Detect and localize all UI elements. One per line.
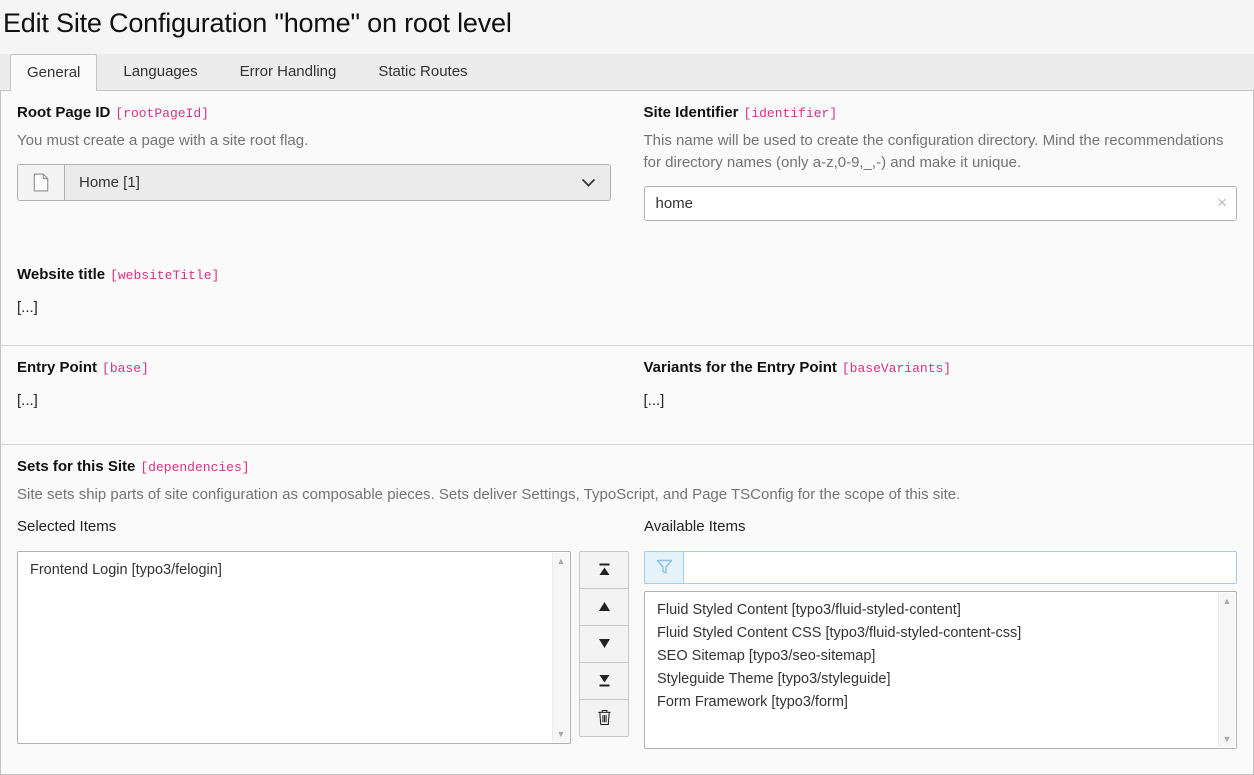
sets-label-text: Sets for this Site — [17, 458, 135, 475]
selected-items-header: Selected Items — [17, 518, 571, 542]
selected-items-listbox[interactable]: Frontend Login [typo3/felogin] ▲ ▼ — [17, 551, 571, 744]
scroll-up-icon[interactable]: ▲ — [1223, 596, 1232, 606]
selected-item[interactable]: Frontend Login [typo3/felogin] — [18, 552, 570, 582]
section-entry-point: Entry Point [base] [...] Variants for the… — [1, 346, 1253, 444]
field-entry-point: Entry Point [base] [...] — [17, 359, 611, 431]
section-basic: Root Page ID [rootPageId] You must create… — [1, 91, 1253, 345]
base-variants-label: Variants for the Entry Point [baseVariant… — [644, 359, 1238, 376]
available-item[interactable]: SEO Sitemap [typo3/seo-sitemap] — [645, 645, 1236, 668]
field-website-title: Website title [websiteTitle] [...] — [17, 266, 611, 332]
list-control-buttons — [579, 551, 629, 737]
page-title: Edit Site Configuration "home" on root l… — [0, 0, 1254, 54]
move-up-button[interactable] — [579, 588, 629, 626]
chevron-down-icon — [581, 174, 596, 191]
available-items-filter-group — [644, 551, 1237, 584]
delete-button[interactable] — [579, 699, 629, 737]
trash-icon — [597, 709, 612, 726]
sets-code: [dependencies] — [140, 460, 249, 475]
available-list-scrollbar[interactable]: ▲ ▼ — [1218, 593, 1235, 747]
root-page-id-label: Root Page ID [rootPageId] — [17, 104, 611, 121]
root-page-id-description: You must create a page with a site root … — [17, 130, 611, 152]
move-down-icon — [598, 638, 611, 649]
site-identifier-label-text: Site Identifier — [644, 104, 739, 121]
tab-general[interactable]: General — [10, 54, 97, 91]
available-item[interactable]: Fluid Styled Content [typo3/fluid-styled… — [645, 599, 1236, 622]
selected-list-scrollbar[interactable]: ▲ ▼ — [552, 553, 569, 742]
root-page-select-value: Home [1] — [79, 174, 140, 191]
tab-error-handling[interactable]: Error Handling — [224, 54, 353, 90]
website-title-label-text: Website title — [17, 266, 105, 283]
list-controls-column — [579, 518, 629, 737]
available-items-filter-input[interactable] — [684, 552, 1236, 583]
move-down-button[interactable] — [579, 625, 629, 663]
selected-items-column: Selected Items Frontend Login [typo3/fel… — [17, 518, 571, 744]
site-identifier-code: [identifier] — [744, 106, 838, 121]
base-variants-collapsed: [...] — [644, 392, 1238, 409]
general-tab-panel: Root Page ID [rootPageId] You must create… — [0, 91, 1254, 775]
move-to-bottom-button[interactable] — [579, 662, 629, 700]
move-to-top-button[interactable] — [579, 551, 629, 589]
root-page-id-label-text: Root Page ID — [17, 104, 110, 121]
tab-static-routes[interactable]: Static Routes — [362, 54, 483, 90]
sets-columns: Selected Items Frontend Login [typo3/fel… — [17, 518, 1237, 749]
scroll-down-icon[interactable]: ▼ — [1223, 734, 1232, 744]
move-up-icon — [598, 601, 611, 612]
website-title-collapsed: [...] — [17, 299, 611, 316]
available-item[interactable]: Styleguide Theme [typo3/styleguide] — [645, 668, 1236, 691]
entry-point-label-text: Entry Point — [17, 359, 97, 376]
field-base-variants: Variants for the Entry Point [baseVariant… — [644, 359, 1238, 431]
root-page-select-value-row: Home [1] — [65, 165, 610, 200]
section-sets: Sets for this Site [dependencies] Site se… — [1, 445, 1253, 774]
available-item[interactable]: Form Framework [typo3/form] — [645, 691, 1236, 714]
tab-languages[interactable]: Languages — [107, 54, 213, 90]
sets-description: Site sets ship parts of site configurati… — [17, 484, 1237, 506]
site-identifier-input-wrap: × — [644, 186, 1238, 221]
scroll-up-icon[interactable]: ▲ — [557, 556, 566, 566]
field-root-page-id: Root Page ID [rootPageId] You must create… — [17, 104, 611, 236]
sets-label: Sets for this Site [dependencies] — [17, 458, 1237, 475]
available-items-header: Available Items — [644, 518, 1237, 542]
clear-input-icon[interactable]: × — [1217, 192, 1227, 214]
page-icon — [18, 165, 65, 200]
move-to-bottom-icon — [598, 674, 611, 687]
site-identifier-input[interactable] — [644, 186, 1238, 221]
entry-point-label: Entry Point [base] — [17, 359, 611, 376]
site-identifier-description: This name will be used to create the con… — [644, 130, 1238, 174]
available-items-listbox[interactable]: Fluid Styled Content [typo3/fluid-styled… — [644, 591, 1237, 749]
root-page-id-code: [rootPageId] — [115, 106, 209, 121]
website-title-code: [websiteTitle] — [110, 268, 219, 283]
site-identifier-label: Site Identifier [identifier] — [644, 104, 1238, 121]
available-items-list: Fluid Styled Content [typo3/fluid-styled… — [645, 592, 1236, 714]
website-title-label: Website title [websiteTitle] — [17, 266, 611, 283]
move-to-top-icon — [598, 563, 611, 576]
available-items-column: Available Items Fluid Styled Content [ty… — [644, 518, 1237, 749]
entry-point-code: [base] — [102, 361, 149, 376]
tab-bar: General Languages Error Handling Static … — [0, 54, 1254, 91]
base-variants-label-text: Variants for the Entry Point — [644, 359, 837, 376]
root-page-select[interactable]: Home [1] — [17, 164, 611, 201]
filter-icon — [645, 552, 684, 583]
field-site-identifier: Site Identifier [identifier] This name wi… — [644, 104, 1238, 236]
available-item[interactable]: Fluid Styled Content CSS [typo3/fluid-st… — [645, 622, 1236, 645]
entry-point-collapsed: [...] — [17, 392, 611, 409]
scroll-down-icon[interactable]: ▼ — [557, 729, 566, 739]
base-variants-code: [baseVariants] — [842, 361, 951, 376]
